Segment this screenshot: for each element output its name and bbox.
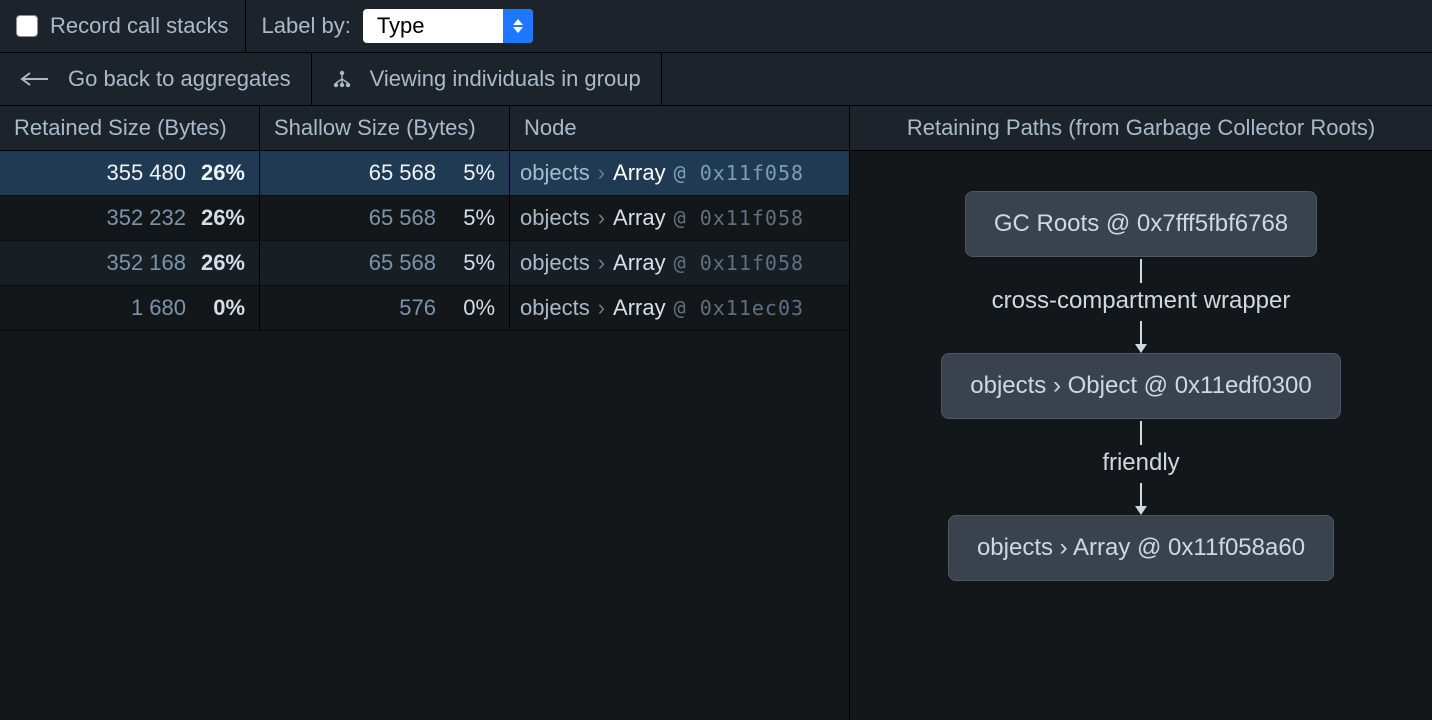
subtoolbar: Go back to aggregates Viewing individual… bbox=[0, 53, 1432, 106]
label-by-label: Label by: bbox=[262, 13, 351, 39]
path-edge-label: cross-compartment wrapper bbox=[992, 283, 1291, 321]
table-row[interactable]: 355 480 26% 65 568 5% objects › Array @ … bbox=[0, 151, 849, 196]
retained-pct: 0% bbox=[190, 295, 245, 321]
record-call-stacks-group: Record call stacks bbox=[0, 0, 246, 52]
label-by-group: Label by: Type bbox=[246, 0, 549, 52]
path-edge-label: friendly bbox=[1102, 445, 1179, 483]
path-edge: cross-compartment wrapper bbox=[992, 257, 1291, 353]
table-row[interactable]: 352 168 26% 65 568 5% objects › Array @ … bbox=[0, 241, 849, 286]
chevron-right-icon: › bbox=[598, 295, 605, 321]
label-by-select[interactable]: Type bbox=[363, 9, 533, 43]
arrow-down-icon bbox=[1135, 506, 1147, 515]
node-type: Array bbox=[613, 295, 666, 321]
node-address: @ 0x11f058 bbox=[674, 206, 804, 230]
shallow-pct: 5% bbox=[440, 205, 495, 231]
chevron-right-icon: › bbox=[598, 250, 605, 276]
retained-size: 1 680 bbox=[131, 295, 186, 321]
node-address: @ 0x11f058 bbox=[674, 251, 804, 275]
node-category: objects bbox=[520, 205, 590, 231]
viewing-label: Viewing individuals in group bbox=[370, 66, 641, 92]
node-type: Array bbox=[613, 250, 666, 276]
table-header: Retained Size (Bytes) Shallow Size (Byte… bbox=[0, 106, 849, 151]
arrow-left-icon bbox=[20, 72, 50, 86]
retaining-path-graph: GC Roots @ 0x7fff5fbf6768 cross-compartm… bbox=[850, 151, 1432, 720]
retaining-paths-panel: Retaining Paths (from Garbage Collector … bbox=[850, 106, 1432, 720]
retaining-paths-title: Retaining Paths (from Garbage Collector … bbox=[850, 106, 1432, 151]
arrow-down-icon bbox=[1135, 344, 1147, 353]
shallow-pct: 0% bbox=[440, 295, 495, 321]
shallow-size: 576 bbox=[399, 295, 436, 321]
shallow-size: 65 568 bbox=[369, 160, 436, 186]
col-header-shallow[interactable]: Shallow Size (Bytes) bbox=[260, 106, 510, 150]
col-header-node[interactable]: Node bbox=[510, 106, 849, 150]
table-row[interactable]: 1 680 0% 576 0% objects › Array @ 0x11ec… bbox=[0, 286, 849, 331]
retained-size: 352 232 bbox=[106, 205, 186, 231]
record-call-stacks-checkbox[interactable] bbox=[16, 15, 38, 37]
node-category: objects bbox=[520, 250, 590, 276]
tree-icon bbox=[332, 69, 352, 89]
record-call-stacks-label: Record call stacks bbox=[50, 13, 229, 39]
col-header-retained[interactable]: Retained Size (Bytes) bbox=[0, 106, 260, 150]
node-category: objects bbox=[520, 295, 590, 321]
retained-size: 355 480 bbox=[106, 160, 186, 186]
shallow-size: 65 568 bbox=[369, 250, 436, 276]
retained-pct: 26% bbox=[190, 205, 245, 231]
path-node-gc-roots[interactable]: GC Roots @ 0x7fff5fbf6768 bbox=[965, 191, 1317, 257]
shallow-size: 65 568 bbox=[369, 205, 436, 231]
path-node-object[interactable]: objects › Object @ 0x11edf0300 bbox=[941, 353, 1340, 419]
chevron-right-icon: › bbox=[598, 205, 605, 231]
back-button[interactable]: Go back to aggregates bbox=[0, 53, 312, 105]
node-type: Array bbox=[613, 160, 666, 186]
objects-table: Retained Size (Bytes) Shallow Size (Byte… bbox=[0, 106, 850, 720]
retained-size: 352 168 bbox=[106, 250, 186, 276]
table-body: 355 480 26% 65 568 5% objects › Array @ … bbox=[0, 151, 849, 331]
node-category: objects bbox=[520, 160, 590, 186]
table-row[interactable]: 352 232 26% 65 568 5% objects › Array @ … bbox=[0, 196, 849, 241]
retained-pct: 26% bbox=[190, 160, 245, 186]
viewing-status: Viewing individuals in group bbox=[312, 53, 662, 105]
node-address: @ 0x11f058 bbox=[674, 161, 804, 185]
node-type: Array bbox=[613, 205, 666, 231]
chevron-right-icon: › bbox=[598, 160, 605, 186]
retained-pct: 26% bbox=[190, 250, 245, 276]
shallow-pct: 5% bbox=[440, 250, 495, 276]
path-edge: friendly bbox=[1102, 419, 1179, 515]
node-address: @ 0x11ec03 bbox=[674, 296, 804, 320]
select-stepper-icon bbox=[503, 9, 533, 43]
shallow-pct: 5% bbox=[440, 160, 495, 186]
toolbar: Record call stacks Label by: Type bbox=[0, 0, 1432, 53]
path-node-array[interactable]: objects › Array @ 0x11f058a60 bbox=[948, 515, 1334, 581]
label-by-value: Type bbox=[363, 13, 503, 39]
back-label: Go back to aggregates bbox=[68, 66, 291, 92]
